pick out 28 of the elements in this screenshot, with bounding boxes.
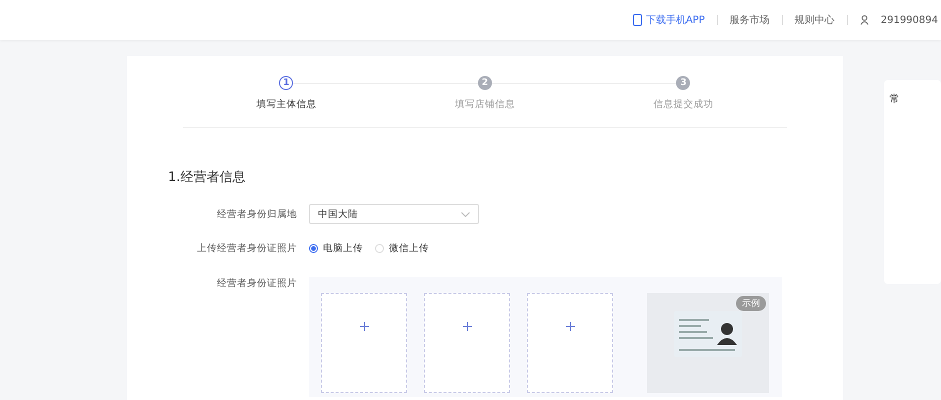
step-number: 1: [279, 76, 294, 90]
nav-link[interactable]: 服务市场: [730, 13, 770, 27]
nav-link[interactable]: 规则中心: [794, 13, 835, 27]
step-label: 信息提交成功: [653, 98, 714, 111]
region-select[interactable]: 中国大陆: [309, 204, 479, 224]
radio-option[interactable]: 微信上传: [375, 242, 429, 255]
user-icon: [860, 15, 869, 25]
panel-title: 常: [890, 94, 900, 105]
field-label: 上传经营者身份证照片: [196, 242, 297, 255]
radio-option[interactable]: 电脑上传: [309, 242, 363, 255]
section-title: 1.经营者信息: [168, 169, 246, 186]
upload-slot[interactable]: [527, 293, 613, 393]
plus-icon: [360, 322, 368, 331]
phone-icon: [632, 14, 642, 26]
download-app-link[interactable]: 下载手机APP: [632, 13, 705, 27]
step-label: 填写主体信息: [256, 98, 316, 111]
step-label: 填写店铺信息: [454, 98, 515, 111]
step-number: 2: [478, 76, 492, 90]
step-number: 3: [676, 76, 690, 90]
field-label: 经营者身份归属地: [216, 208, 297, 220]
upload-slot[interactable]: [321, 293, 407, 393]
field-label: 经营者身份证照片: [216, 277, 297, 290]
account-id[interactable]: 291990894: [880, 14, 938, 26]
plus-icon: [566, 322, 574, 331]
upload-slot[interactable]: [424, 293, 510, 393]
example-badge: 示例: [736, 296, 766, 311]
plus-icon: [462, 322, 472, 331]
chevron-down-icon: [461, 212, 470, 216]
